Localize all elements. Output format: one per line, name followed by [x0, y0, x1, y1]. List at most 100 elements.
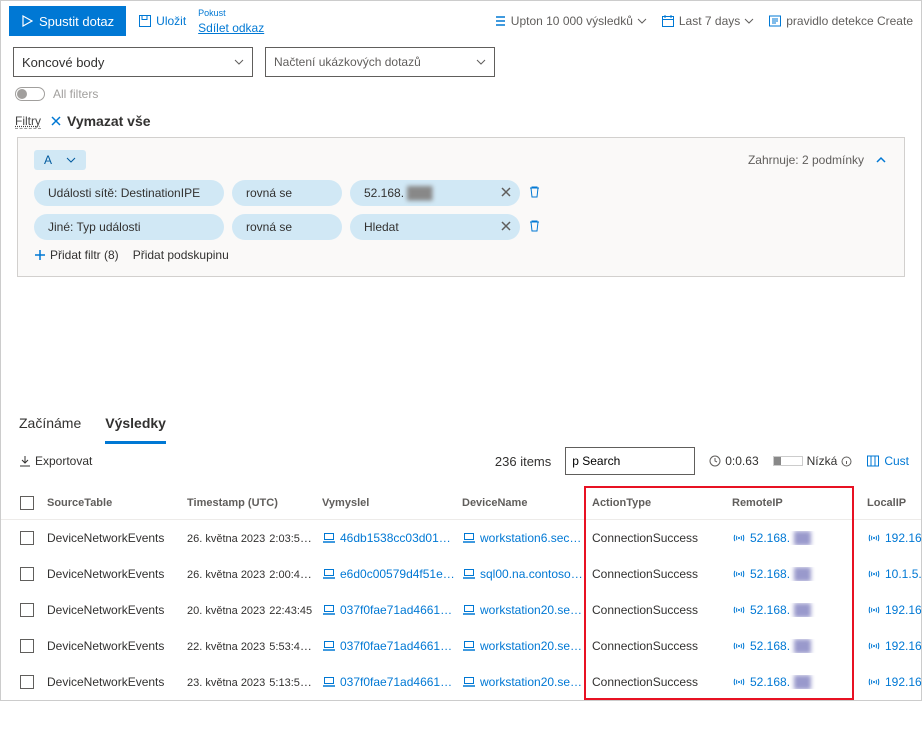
cell-actiontype: ConnectionSuccess	[592, 531, 732, 545]
row-checkbox[interactable]	[20, 567, 34, 581]
filters-label: Filtry	[15, 114, 41, 129]
samples-value: Načtení ukázkových dotazů	[274, 55, 421, 69]
laptop-icon	[462, 568, 476, 580]
chevron-up-icon[interactable]	[874, 153, 888, 167]
sample-queries-select[interactable]: Načtení ukázkových dotazů	[265, 47, 495, 77]
cell-localip[interactable]: 192.168	[867, 531, 922, 545]
cell-sourcetable: DeviceNetworkEvents	[47, 675, 187, 689]
delete-condition-icon[interactable]	[528, 219, 541, 235]
condition-operator-pill[interactable]: rovná se	[232, 180, 342, 206]
export-button[interactable]: Exportovat	[19, 454, 92, 468]
cell-devicename[interactable]: workstation20.seccxp.	[462, 603, 592, 617]
col-remoteip[interactable]: RemoteIP	[732, 497, 867, 509]
cell-remoteip[interactable]: 52.168.██	[732, 675, 867, 689]
cell-sourcetable: DeviceNetworkEvents	[47, 567, 187, 581]
col-devicename[interactable]: DeviceName	[462, 497, 592, 509]
cell-localip[interactable]: 192.168	[867, 675, 922, 689]
cell-timestamp: 23. května 20235:13:53 PM	[187, 675, 322, 689]
usage-bar-icon	[773, 456, 803, 466]
cell-sourcetable: DeviceNetworkEvents	[47, 603, 187, 617]
clear-value-icon[interactable]	[500, 220, 512, 235]
share-label: Sdílet odkaz	[198, 22, 264, 34]
cell-remoteip[interactable]: 52.168.██	[732, 639, 867, 653]
condition-value-pill[interactable]: 52.168.███	[350, 180, 520, 206]
tab-results[interactable]: Výsledky	[105, 407, 166, 444]
col-vymyslel[interactable]: Vymyslel	[322, 497, 462, 509]
chevron-down-icon	[637, 16, 647, 26]
select-all-checkbox[interactable]	[20, 496, 34, 510]
detection-rule-label: pravidlo detekce Create	[786, 14, 913, 28]
table-row[interactable]: DeviceNetworkEvents 26. května 20232:00:…	[1, 556, 921, 592]
table-row[interactable]: DeviceNetworkEvents 20. května 202322:43…	[1, 592, 921, 628]
condition-field-pill[interactable]: Jiné: Typ události	[34, 214, 224, 240]
query-timing: 0:0.63	[709, 454, 758, 468]
cell-deviceid[interactable]: 037f0fae71ad4661e3...	[322, 639, 462, 653]
customize-columns-button[interactable]: Cust	[866, 454, 909, 468]
add-filter-button[interactable]: Přidat filtr (8)	[34, 248, 119, 262]
cell-actiontype: ConnectionSuccess	[592, 675, 732, 689]
cell-devicename[interactable]: workstation20.seccxp.	[462, 675, 592, 689]
scope-select[interactable]: Koncové body	[13, 47, 253, 77]
row-checkbox[interactable]	[20, 639, 34, 653]
time-range-dropdown[interactable]: Last 7 days	[661, 14, 754, 28]
delete-condition-icon[interactable]	[528, 185, 541, 201]
broadcast-icon	[867, 640, 881, 652]
broadcast-icon	[732, 640, 746, 652]
condition-value-pill[interactable]: Hledat	[350, 214, 520, 240]
cell-localip[interactable]: 192.168	[867, 603, 922, 617]
table-row[interactable]: DeviceNetworkEvents 26. května 20232:03:…	[1, 520, 921, 556]
cell-devicename[interactable]: workstation6.seccxp.	[462, 531, 592, 545]
col-sourcetable[interactable]: SourceTable	[47, 497, 187, 509]
cell-remoteip[interactable]: 52.168.██	[732, 567, 867, 581]
condition-field-pill[interactable]: Události sítě: DestinationIPE	[34, 180, 224, 206]
laptop-icon	[322, 568, 336, 580]
cell-actiontype: ConnectionSuccess	[592, 567, 732, 581]
all-filters-toggle[interactable]	[15, 87, 45, 101]
col-timestamp[interactable]: Timestamp (UTC)	[187, 497, 322, 509]
row-checkbox[interactable]	[20, 531, 34, 545]
broadcast-icon	[732, 532, 746, 544]
broadcast-icon	[867, 604, 881, 616]
row-checkbox[interactable]	[20, 675, 34, 689]
cell-deviceid[interactable]: 037f0fae71ad4661e3...	[322, 603, 462, 617]
results-limit-dropdown[interactable]: Upton 10 000 výsledků	[493, 14, 647, 28]
conditions-count: Zahrnuje: 2 podmínky	[748, 153, 864, 167]
detection-rule-icon	[768, 14, 782, 28]
cell-devicename[interactable]: sql00.na.contosohote.	[462, 567, 592, 581]
list-icon	[493, 14, 507, 28]
row-checkbox[interactable]	[20, 603, 34, 617]
all-filters-label: All filters	[53, 87, 98, 101]
col-actiontype[interactable]: ActionType	[592, 497, 732, 509]
laptop-icon	[322, 532, 336, 544]
condition-operator-pill[interactable]: rovná se	[232, 214, 342, 240]
filter-condition-row: Jiné: Typ události rovná se Hledat	[34, 214, 888, 240]
run-query-button[interactable]: Spustit dotaz	[9, 6, 126, 36]
col-localip[interactable]: LocalIP	[867, 497, 922, 509]
info-icon[interactable]	[841, 456, 852, 467]
cell-deviceid[interactable]: 037f0fae71ad4661e3...	[322, 675, 462, 689]
save-button[interactable]: Uložit	[138, 14, 186, 28]
table-row[interactable]: DeviceNetworkEvents 23. května 20235:13:…	[1, 664, 921, 700]
create-detection-rule-button[interactable]: pravidlo detekce Create	[768, 14, 913, 28]
cell-localip[interactable]: 10.1.5.1	[867, 567, 922, 581]
clear-all-button[interactable]: Vymazat vše	[49, 113, 151, 129]
cell-sourcetable: DeviceNetworkEvents	[47, 639, 187, 653]
cell-remoteip[interactable]: 52.168.██	[732, 531, 867, 545]
clear-value-icon[interactable]	[500, 186, 512, 201]
broadcast-icon	[867, 532, 881, 544]
cell-deviceid[interactable]: e6d0c00579d4f51ee1...	[322, 567, 462, 581]
group-letter-badge[interactable]: A	[34, 150, 86, 170]
broadcast-icon	[732, 568, 746, 580]
tab-start[interactable]: Začínáme	[19, 407, 81, 444]
table-row[interactable]: DeviceNetworkEvents 22. května 20235:53:…	[1, 628, 921, 664]
cell-remoteip[interactable]: 52.168.██	[732, 603, 867, 617]
add-subgroup-button[interactable]: Přidat podskupinu	[133, 248, 229, 262]
scope-value: Koncové body	[22, 55, 104, 70]
save-icon	[138, 14, 152, 28]
share-link-button[interactable]: Pokust Sdílet odkaz	[198, 9, 264, 34]
cell-devicename[interactable]: workstation20.seccxp.	[462, 639, 592, 653]
cell-localip[interactable]: 192.168	[867, 639, 922, 653]
cell-deviceid[interactable]: 46db1538cc03d01ed...	[322, 531, 462, 545]
laptop-icon	[322, 676, 336, 688]
search-input[interactable]	[565, 447, 695, 475]
